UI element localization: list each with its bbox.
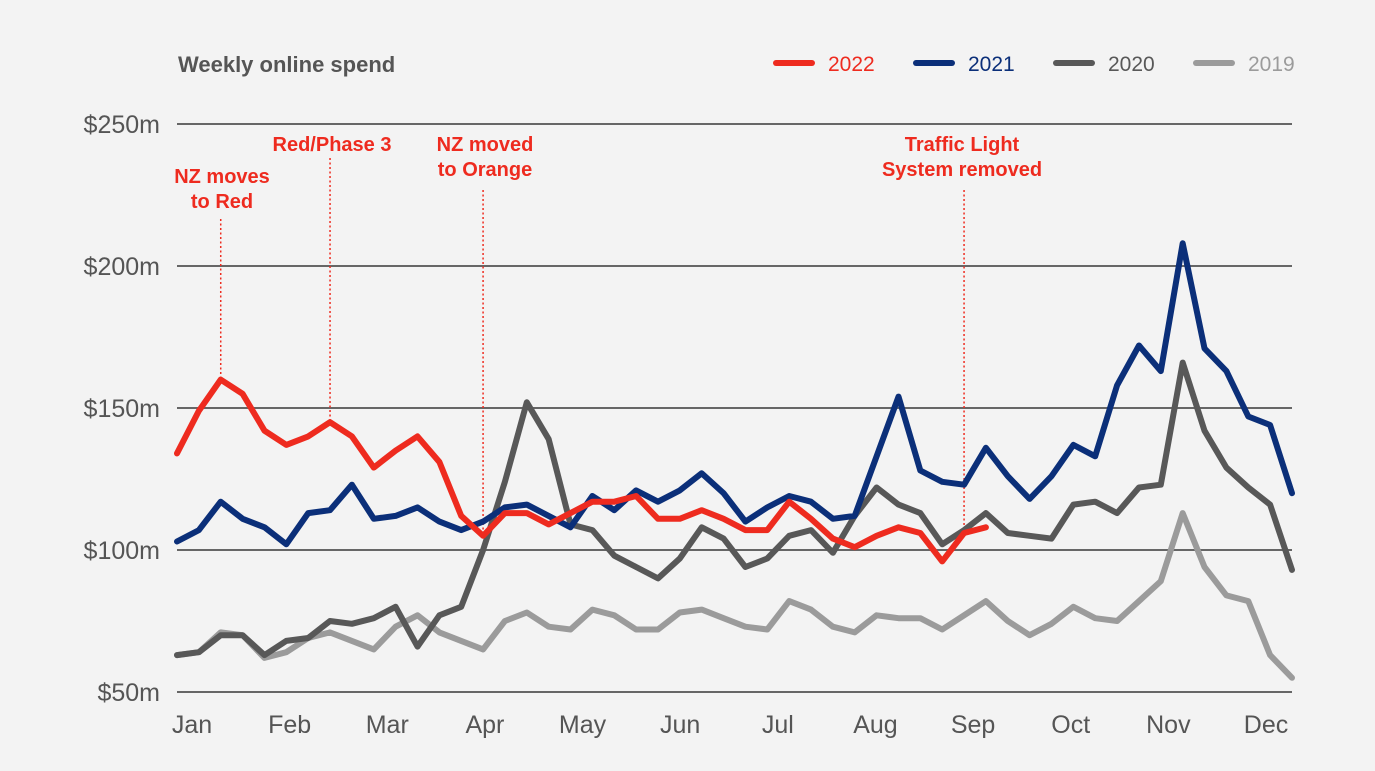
- legend-label: 2021: [968, 53, 1015, 76]
- legend-label: 2022: [828, 53, 875, 76]
- annotation-text: Traffic Light: [905, 134, 1020, 156]
- annotation: Traffic Light System removed: [882, 134, 1042, 533]
- x-tick-label: Aug: [853, 711, 897, 739]
- legend-item-2022: 2022: [773, 53, 875, 76]
- x-tick-label: Jul: [762, 711, 794, 739]
- x-tick-label: Nov: [1146, 711, 1191, 739]
- annotation-text: to Red: [191, 191, 253, 213]
- series-group: [174, 240, 1295, 681]
- series-2022: [174, 376, 989, 565]
- line-chart: Weekly online spend 2022 2021 2020 2019 $25…: [84, 52, 1295, 739]
- x-tick-label: Jun: [660, 711, 700, 739]
- legend-label: 2020: [1108, 53, 1155, 76]
- x-axis-ticks: Jan Feb Mar Apr May Jun Jul Aug Sep Oct Nov Dec: [172, 711, 1288, 739]
- annotation-text: NZ moves: [174, 166, 270, 188]
- legend-item-2019: 2019: [1193, 53, 1295, 76]
- series-2021: [174, 240, 1295, 548]
- legend-item-2020: 2020: [1053, 53, 1155, 76]
- gridlines: [177, 123, 1292, 693]
- chart-title: Weekly online spend: [178, 52, 395, 77]
- y-tick-label: $100m: [84, 537, 160, 565]
- x-tick-label: Jan: [172, 711, 212, 739]
- y-tick-label: $250m: [84, 111, 160, 139]
- x-tick-label: Sep: [951, 711, 995, 739]
- series-line-2021: [174, 240, 1295, 548]
- series-2019: [174, 510, 1295, 681]
- y-tick-label: $50m: [97, 679, 160, 707]
- legend-item-2021: 2021: [913, 53, 1015, 76]
- series-line-2019: [174, 510, 1295, 681]
- annotation-text: System removed: [882, 159, 1042, 181]
- annotation-text: Red/Phase 3: [273, 134, 392, 156]
- legend-label: 2019: [1248, 53, 1295, 76]
- series-line-2022: [174, 376, 989, 565]
- y-tick-label: $200m: [84, 253, 160, 281]
- annotation: Red/Phase 3: [273, 134, 392, 423]
- x-tick-label: May: [559, 711, 607, 739]
- annotation: NZ moves to Red: [174, 166, 270, 380]
- x-tick-label: Mar: [366, 711, 409, 739]
- annotations: NZ moves to Red Red/Phase 3 NZ moved to Oran…: [174, 134, 1042, 536]
- x-tick-label: Feb: [268, 711, 311, 739]
- x-tick-label: Apr: [465, 711, 504, 739]
- y-axis-ticks: $250m $200m $150m $100m $50m: [84, 111, 160, 707]
- x-tick-label: Dec: [1244, 711, 1288, 739]
- legend: 2022 2021 2020 2019: [773, 53, 1295, 76]
- x-tick-label: Oct: [1051, 711, 1090, 739]
- y-tick-label: $150m: [84, 395, 160, 423]
- annotation-text: NZ moved: [437, 134, 534, 156]
- annotation-text: to Orange: [438, 159, 532, 181]
- annotation: NZ moved to Orange: [437, 134, 534, 536]
